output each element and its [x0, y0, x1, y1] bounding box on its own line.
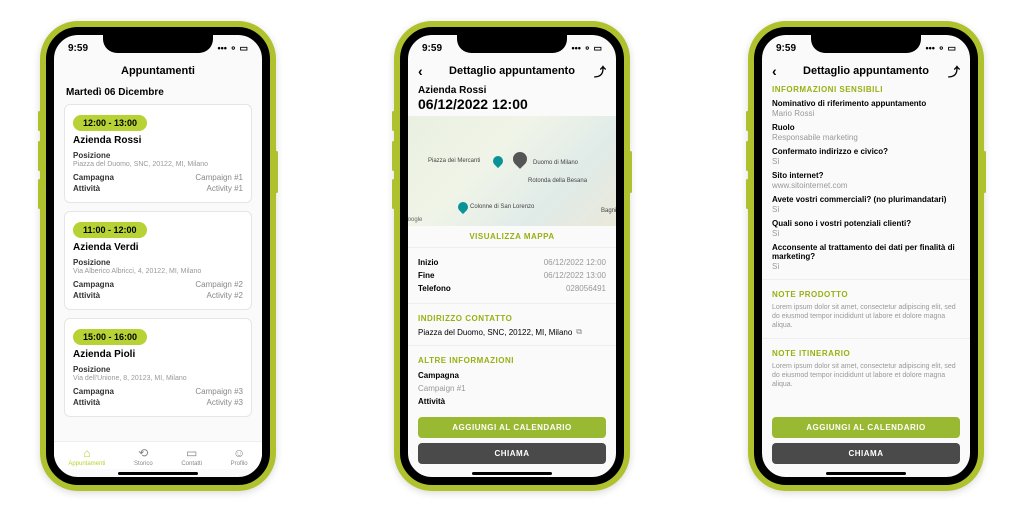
profile-icon: ☺ — [233, 446, 245, 460]
call-button[interactable]: CHIAMA — [418, 443, 606, 464]
history-icon: ⟲ — [138, 446, 148, 460]
home-indicator[interactable] — [118, 472, 198, 475]
add-calendar-button[interactable]: AGGIUNGI AL CALENDARIO — [418, 417, 606, 438]
date-header: Martedì 06 Dicembre — [64, 81, 252, 104]
home-indicator[interactable] — [826, 472, 906, 475]
section-other: ALTRE INFORMAZIONI — [418, 356, 606, 365]
section-sensitive: INFORMAZIONI SENSIBILI — [772, 85, 960, 94]
screen-header: Appuntamenti — [54, 61, 262, 81]
nav-appointments[interactable]: ⌂Appuntamenti — [68, 446, 105, 467]
map-preview[interactable]: Piazza dei Mercanti Duomo di Milano Roto… — [408, 116, 616, 226]
page-title: Appuntamenti — [121, 65, 195, 77]
share-icon[interactable]: ⤴ — [594, 63, 606, 80]
contacts-icon: ▭ — [186, 446, 197, 460]
add-calendar-button[interactable]: AGGIUNGI AL CALENDARIO — [772, 417, 960, 438]
back-icon[interactable]: ‹ — [772, 63, 777, 79]
appointment-card[interactable]: 11:00 - 12:00 Azienda Verdi Posizione Vi… — [64, 211, 252, 310]
time-chip: 12:00 - 13:00 — [73, 115, 147, 131]
nav-profile[interactable]: ☺Profilo — [231, 446, 248, 467]
time-chip: 11:00 - 12:00 — [73, 222, 147, 238]
screen-header: ‹ Dettaglio appuntamento ⤴ — [762, 61, 970, 81]
home-icon: ⌂ — [83, 446, 90, 460]
appointment-card[interactable]: 12:00 - 13:00 Azienda Rossi Posizione Pi… — [64, 104, 252, 203]
phone-mockup-3: 9:59 ••• ⚬ ▭ ‹ Dettaglio appuntamento ⤴ … — [748, 21, 984, 491]
phone-mockup-1: 9:59 ••• ⚬ ▭ Appuntamenti Martedì 06 Dic… — [40, 21, 276, 491]
page-title: Dettaglio appuntamento — [803, 65, 929, 77]
company-name: Azienda Rossi — [418, 85, 606, 96]
nav-contacts[interactable]: ▭Contatti — [181, 446, 202, 467]
section-product-notes: NOTE PRODOTTO — [772, 290, 960, 299]
status-icons: ••• ⚬ ▭ — [926, 43, 957, 54]
company-name: Azienda Verdi — [73, 242, 243, 253]
appointment-datetime: 06/12/2022 12:00 — [418, 96, 606, 112]
status-icons: ••• ⚬ ▭ — [218, 43, 249, 54]
status-time: 9:59 — [422, 43, 442, 54]
bottom-nav: ⌂Appuntamenti ⟲Storico ▭Contatti ☺Profil… — [54, 441, 262, 469]
company-name: Azienda Rossi — [73, 135, 243, 146]
appointment-card[interactable]: 15:00 - 16:00 Azienda Pioli Posizione Vi… — [64, 318, 252, 417]
phone-mockup-2: 9:59 ••• ⚬ ▭ ‹ Dettaglio appuntamento ⤴ … — [394, 21, 630, 491]
nav-history[interactable]: ⟲Storico — [134, 446, 153, 467]
company-name: Azienda Pioli — [73, 349, 243, 360]
status-time: 9:59 — [776, 43, 796, 54]
status-time: 9:59 — [68, 43, 88, 54]
home-indicator[interactable] — [472, 472, 552, 475]
status-icons: ••• ⚬ ▭ — [572, 43, 603, 54]
share-icon[interactable]: ⤴ — [948, 63, 960, 80]
view-map-button[interactable]: VISUALIZZA MAPPA — [408, 226, 616, 248]
call-button[interactable]: CHIAMA — [772, 443, 960, 464]
google-logo: Google — [408, 217, 422, 223]
time-chip: 15:00 - 16:00 — [73, 329, 147, 345]
back-icon[interactable]: ‹ — [418, 63, 423, 79]
section-address: INDIRIZZO CONTATTO — [418, 314, 606, 323]
page-title: Dettaglio appuntamento — [449, 65, 575, 77]
external-link-icon[interactable]: ⧉ — [576, 327, 582, 337]
section-itinerary-notes: NOTE ITINERARIO — [772, 349, 960, 358]
screen-header: ‹ Dettaglio appuntamento ⤴ — [408, 61, 616, 81]
